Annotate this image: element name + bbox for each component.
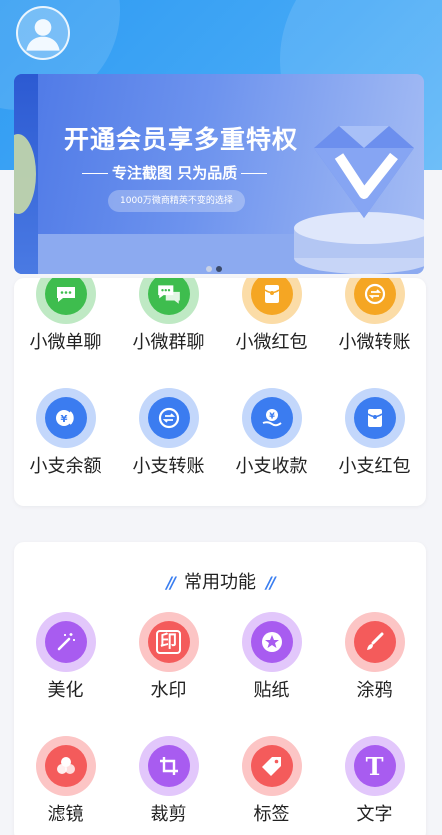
grid-item-label: 小支红包 [338,456,411,477]
icon-ring [138,278,199,324]
grid-item-balance[interactable]: ¥ 小支余额 [14,388,117,506]
icon-ring [35,278,96,324]
carousel-dot-active[interactable] [216,266,222,272]
grid-item-label: 小微群聊 [132,332,205,353]
svg-text:¥: ¥ [269,412,275,421]
grid-item-tag[interactable]: 标签 [220,736,323,835]
icon-ring: 印 [138,612,199,672]
payment-tools-card: 小微单聊 小微群聊 小微红包 小微转账 ¥ 小支余额 小支转账 ¥ 小支收款 小支红包 [14,278,426,506]
icon-ring [241,736,302,796]
icon-ring [344,278,405,324]
icon-ring [35,736,96,796]
grid-item-receive-money[interactable]: ¥ 小支收款 [220,388,323,506]
slash-decor-icon: // [266,573,276,592]
grid-item-label: 小支余额 [29,456,102,477]
grid-item-transfer[interactable]: 小支转账 [117,388,220,506]
icon-ring [344,612,405,672]
section-header: // 常用功能 // [14,568,426,594]
icon-ring [344,388,405,448]
grid-item-text[interactable]: T 文字 [323,736,426,835]
filter-icon [44,745,87,787]
grid-item-label: 涂鸦 [356,680,393,701]
grid-item-filter[interactable]: 滤镜 [14,736,117,835]
grid-item-crop[interactable]: 裁剪 [117,736,220,835]
tag-icon [250,745,293,787]
transfer-icon [147,397,190,439]
chat-bubble-icon [44,278,87,315]
crop-icon [147,745,190,787]
grid-item-label: 标签 [253,804,290,825]
stamp-icon: 印 [147,621,190,663]
grid-item-red-packet[interactable]: 小支红包 [323,388,426,506]
leaf-decor [14,134,36,214]
grid-item-label: 滤镜 [47,804,84,825]
icon-ring: T [344,736,405,796]
carousel-dot[interactable] [206,266,212,272]
icon-ring: ¥ [35,388,96,448]
carousel-indicator [206,266,222,272]
grid-item-label: 小微转账 [338,332,411,353]
svg-text:¥: ¥ [60,414,67,425]
section-title: 常用功能 [184,572,256,593]
grid-item-red-packet[interactable]: 小微红包 [220,278,323,388]
grid-item-label: 美化 [47,680,84,701]
payment-grid: 小微单聊 小微群聊 小微红包 小微转账 ¥ 小支余额 小支转账 ¥ 小支收款 小支红包 [14,278,426,506]
banner-tagline: 1000万微商精英不变的选择 [108,190,245,212]
grid-item-magic-wand[interactable]: 美化 [14,612,117,736]
grid-item-label: 水印 [150,680,187,701]
grid-item-group-chat[interactable]: 小微群聊 [117,278,220,388]
grid-item-label: 小支转账 [132,456,205,477]
banner-subtitle-text: 专注截图 只为品质 [112,164,238,182]
diamond-icon [294,126,424,274]
brush-icon [353,621,396,663]
previous-slide-peek [14,74,38,274]
slash-decor-icon: // [166,573,176,592]
red-packet-icon [353,397,396,439]
transfer-icon [353,278,396,315]
vip-banner[interactable]: 开通会员享多重特权 专注截图 只为品质 1000万微商精英不变的选择 [14,74,424,274]
grid-item-label: 文字 [356,804,393,825]
red-packet-icon [250,278,293,315]
grid-item-label: 小支收款 [235,456,308,477]
banner-title: 开通会员享多重特权 [64,125,299,154]
avatar[interactable] [16,6,70,60]
receive-money-icon: ¥ [250,397,293,439]
common-grid: 美化印水印 贴纸 涂鸦 滤镜 裁剪 标签 T 文字 [14,612,426,835]
grid-item-star-sticker[interactable]: 贴纸 [220,612,323,736]
grid-item-label: 裁剪 [150,804,187,825]
icon-ring [138,736,199,796]
balance-icon: ¥ [44,397,87,439]
icon-ring [35,612,96,672]
grid-item-transfer[interactable]: 小微转账 [323,278,426,388]
grid-item-label: 贴纸 [253,680,290,701]
grid-item-brush[interactable]: 涂鸦 [323,612,426,736]
group-chat-icon [147,278,190,315]
grid-item-stamp[interactable]: 印水印 [117,612,220,736]
icon-ring [241,278,302,324]
user-avatar-icon [26,19,60,51]
common-functions-card: //常用功能// 美化印水印 贴纸 涂鸦 滤镜 裁剪 标签 T 文字 [14,542,426,835]
icon-ring [138,388,199,448]
grid-item-label: 小微红包 [235,332,308,353]
text-icon: T [353,745,396,787]
magic-wand-icon [44,621,87,663]
grid-item-label: 小微单聊 [29,332,102,353]
star-sticker-icon [250,621,293,663]
icon-ring: ¥ [241,388,302,448]
grid-item-chat-bubble[interactable]: 小微单聊 [14,278,117,388]
banner-slide: 开通会员享多重特权 专注截图 只为品质 1000万微商精英不变的选择 [38,74,424,274]
banner-subtitle: 专注截图 只为品质 [78,162,271,183]
icon-ring [241,612,302,672]
